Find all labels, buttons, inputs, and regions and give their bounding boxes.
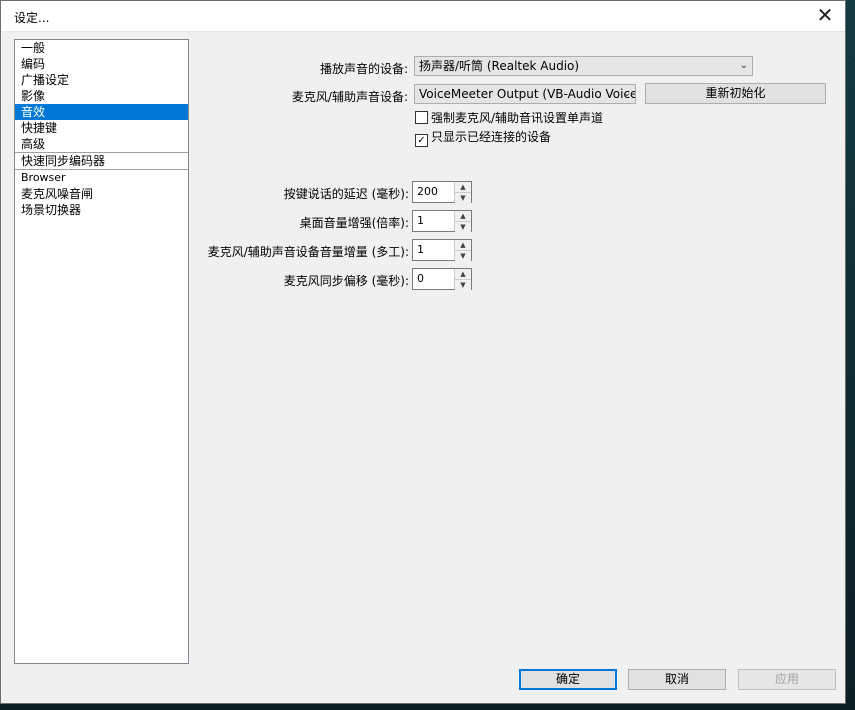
sidebar-item-audio[interactable]: 音效 <box>15 104 188 120</box>
triangle-up-icon[interactable]: ▲ <box>455 269 471 280</box>
checkmark-icon: ✓ <box>415 134 428 147</box>
mic-boost-stepper[interactable]: 1 ▲ ▼ <box>412 239 472 261</box>
playback-device-value: 扬声器/听筒 (Realtek Audio) <box>419 59 580 73</box>
force-mono-label: 强制麦克风/辅助音讯设置单声道 <box>431 111 604 125</box>
only-connected-checkbox[interactable]: ✓ 只显示已经连接的设备 <box>415 129 552 147</box>
apply-button[interactable]: 应用 <box>738 669 836 690</box>
triangle-up-icon[interactable]: ▲ <box>455 182 471 193</box>
only-connected-label: 只显示已经连接的设备 <box>431 130 552 144</box>
mic-device-dropdown[interactable]: VoiceMeeter Output (VB-Audio VoiceMeet ⌄ <box>414 84 636 104</box>
ok-button[interactable]: 确定 <box>519 669 617 690</box>
triangle-down-icon[interactable]: ▼ <box>455 280 471 290</box>
close-icon[interactable]: ✕ <box>813 5 837 27</box>
chevron-down-icon: ⌄ <box>622 88 631 99</box>
mic-sync-offset-value: 0 <box>417 272 424 285</box>
sidebar-item-advanced[interactable]: 高级 <box>15 136 188 152</box>
triangle-down-icon[interactable]: ▼ <box>455 193 471 203</box>
push-to-talk-delay-label: 按键说话的延迟 (毫秒): <box>283 187 409 201</box>
playback-device-label: 播放声音的设备: <box>319 62 408 76</box>
sidebar-item-broadcast[interactable]: 广播设定 <box>15 72 188 88</box>
push-to-talk-delay-value: 200 <box>417 185 438 198</box>
window-title: 设定... <box>14 11 50 25</box>
sidebar-item-scene-switcher[interactable]: 场景切换器 <box>15 202 188 218</box>
sidebar-item-encoding[interactable]: 编码 <box>15 56 188 72</box>
mic-sync-offset-label: 麦克风同步偏移 (毫秒): <box>283 274 409 288</box>
desktop-boost-stepper[interactable]: 1 ▲ ▼ <box>412 210 472 232</box>
mic-device-label: 麦克风/辅助声音设备: <box>291 90 408 104</box>
force-mono-checkbox[interactable]: 强制麦克风/辅助音讯设置单声道 <box>415 110 603 126</box>
desktop-boost-label: 桌面音量增强(倍率): <box>299 216 409 230</box>
playback-device-dropdown[interactable]: 扬声器/听筒 (Realtek Audio) ⌄ <box>414 56 753 76</box>
checkbox-empty-icon <box>415 111 428 124</box>
mic-device-value: VoiceMeeter Output (VB-Audio VoiceMeet <box>419 87 635 101</box>
sidebar-item-hotkeys[interactable]: 快捷键 <box>15 120 188 136</box>
chevron-down-icon: ⌄ <box>739 60 748 71</box>
sidebar-item-noise-gate[interactable]: 麦克风噪音闸 <box>15 186 188 202</box>
push-to-talk-delay-stepper[interactable]: 200 ▲ ▼ <box>412 181 472 203</box>
cancel-button[interactable]: 取消 <box>628 669 726 690</box>
title-bar[interactable]: 设定... ✕ <box>1 1 845 32</box>
sidebar-item-general[interactable]: 一般 <box>15 40 188 56</box>
settings-window: 设定... ✕ 一般 编码 广播设定 影像 音效 快捷键 高级 快速同步编码器 … <box>0 0 846 704</box>
mic-boost-value: 1 <box>417 243 424 256</box>
triangle-up-icon[interactable]: ▲ <box>455 240 471 251</box>
settings-category-list: 一般 编码 广播设定 影像 音效 快捷键 高级 快速同步编码器 Browser … <box>14 39 189 664</box>
triangle-up-icon[interactable]: ▲ <box>455 211 471 222</box>
sidebar-item-quicksync[interactable]: 快速同步编码器 <box>15 152 188 169</box>
sidebar-item-browser[interactable]: Browser <box>15 169 188 186</box>
sidebar-item-video[interactable]: 影像 <box>15 88 188 104</box>
reset-audio-button[interactable]: 重新初始化 <box>645 83 826 104</box>
triangle-down-icon[interactable]: ▼ <box>455 251 471 261</box>
desktop-boost-value: 1 <box>417 214 424 227</box>
mic-boost-label: 麦克风/辅助声音设备音量增量 (多工): <box>207 245 409 259</box>
mic-sync-offset-stepper[interactable]: 0 ▲ ▼ <box>412 268 472 290</box>
triangle-down-icon[interactable]: ▼ <box>455 222 471 232</box>
